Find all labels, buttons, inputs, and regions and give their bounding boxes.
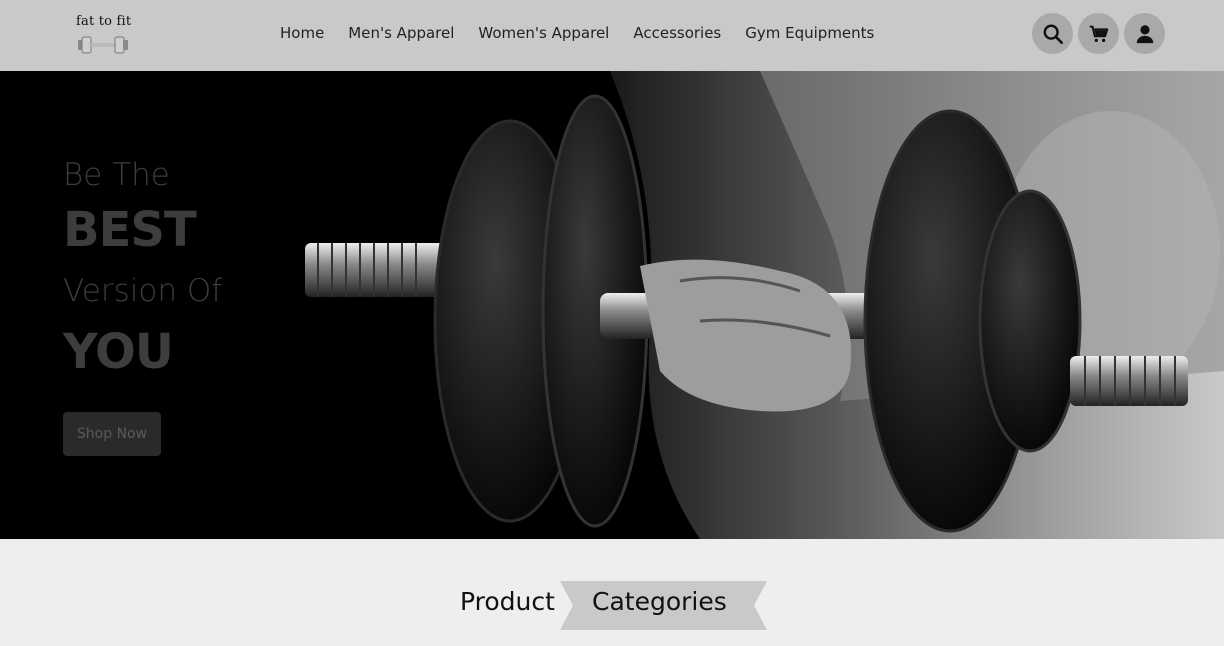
- nav-link-home[interactable]: Home: [280, 24, 324, 44]
- heading-word-product: Product: [460, 587, 555, 616]
- shop-now-button[interactable]: Shop Now: [63, 412, 161, 456]
- logo-text: fat to fit: [76, 14, 132, 29]
- cart-button[interactable]: [1078, 13, 1119, 54]
- search-button[interactable]: [1032, 13, 1073, 54]
- nav-link-womens-apparel[interactable]: Women's Apparel: [478, 24, 609, 44]
- dumbbell-logo-icon: [78, 36, 128, 54]
- site-logo[interactable]: fat to fit: [72, 8, 136, 58]
- hero-line-4: YOU: [63, 324, 174, 380]
- hero-line-2: BEST: [63, 202, 197, 258]
- hero-banner: Be The BEST Version Of YOU Shop Now: [0, 71, 1224, 539]
- hero-headline: Be The BEST Version Of YOU: [63, 155, 222, 387]
- account-button[interactable]: [1124, 13, 1165, 54]
- user-icon: [1136, 24, 1153, 43]
- nav-icon-group: [1032, 13, 1165, 54]
- main-nav: Home Men's Apparel Women's Apparel Acces…: [280, 24, 874, 44]
- cart-icon: [1089, 25, 1108, 42]
- heading-word-categories: Categories: [592, 587, 727, 616]
- top-navbar: fat to fit Home Men's Apparel Women's Ap…: [0, 0, 1224, 71]
- hero-line-1: Be The: [63, 157, 170, 193]
- search-icon: [1043, 24, 1063, 44]
- nav-link-accessories[interactable]: Accessories: [633, 24, 721, 44]
- nav-link-mens-apparel[interactable]: Men's Apparel: [348, 24, 454, 44]
- nav-link-gym-equipments[interactable]: Gym Equipments: [745, 24, 874, 44]
- hero-line-3: Version Of: [63, 273, 223, 309]
